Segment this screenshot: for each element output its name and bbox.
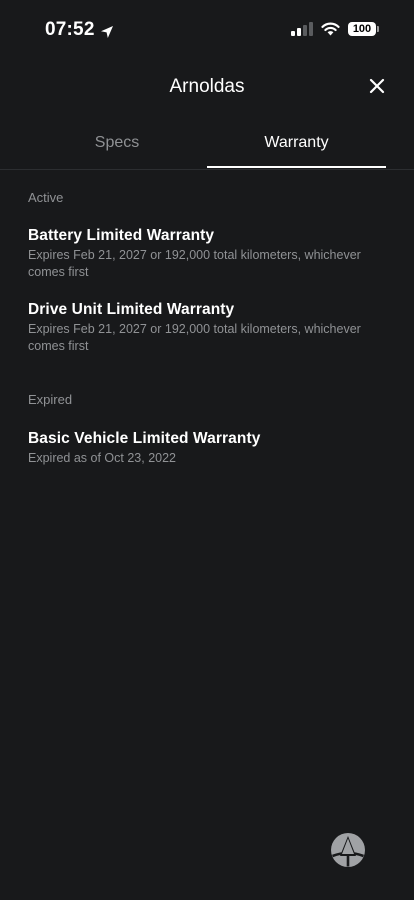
warranty-title: Battery Limited Warranty	[28, 227, 215, 244]
steering-wheel-icon	[331, 833, 365, 867]
signal-icon	[291, 22, 313, 36]
status-time: 07:52	[45, 19, 114, 41]
active-tab-indicator	[207, 166, 386, 168]
close-button[interactable]	[366, 75, 388, 97]
warranty-detail: Expired as of Oct 23, 2022	[28, 451, 177, 465]
warranty-title: Drive Unit Limited Warranty	[28, 301, 235, 318]
warranty-item-basic-vehicle[interactable]: Basic Vehicle Limited Warranty Expired a…	[28, 429, 388, 467]
section-label-expired: Expired	[28, 392, 73, 407]
warranty-title: Basic Vehicle Limited Warranty	[28, 430, 261, 447]
page-title: Arnoldas	[169, 76, 245, 97]
warranty-detail: Expires Feb 21, 2027 or 192,000 total ki…	[28, 248, 361, 279]
tab-bar: Specs Warranty	[0, 118, 414, 170]
warranty-item-drive-unit[interactable]: Drive Unit Limited Warranty Expires Feb …	[28, 300, 388, 355]
location-icon	[100, 23, 114, 38]
warranty-screen: 07:52 100 Arnoldas Specs Warranty Active…	[0, 0, 414, 900]
tab-warranty[interactable]: Warranty	[207, 118, 386, 167]
battery-level: 100	[352, 23, 372, 35]
tab-specs[interactable]: Specs	[28, 118, 206, 167]
status-icons: 100	[291, 22, 379, 36]
battery-icon: 100	[348, 22, 379, 36]
warranty-item-battery[interactable]: Battery Limited Warranty Expires Feb 21,…	[28, 226, 388, 281]
status-bar: 07:52 100	[0, 0, 414, 60]
section-label-active: Active	[28, 190, 64, 205]
wifi-icon	[321, 22, 340, 36]
close-icon	[369, 78, 385, 94]
floating-logo-button[interactable]	[330, 832, 366, 868]
status-time-text: 07:52	[45, 19, 95, 40]
warranty-detail: Expires Feb 21, 2027 or 192,000 total ki…	[28, 322, 361, 353]
